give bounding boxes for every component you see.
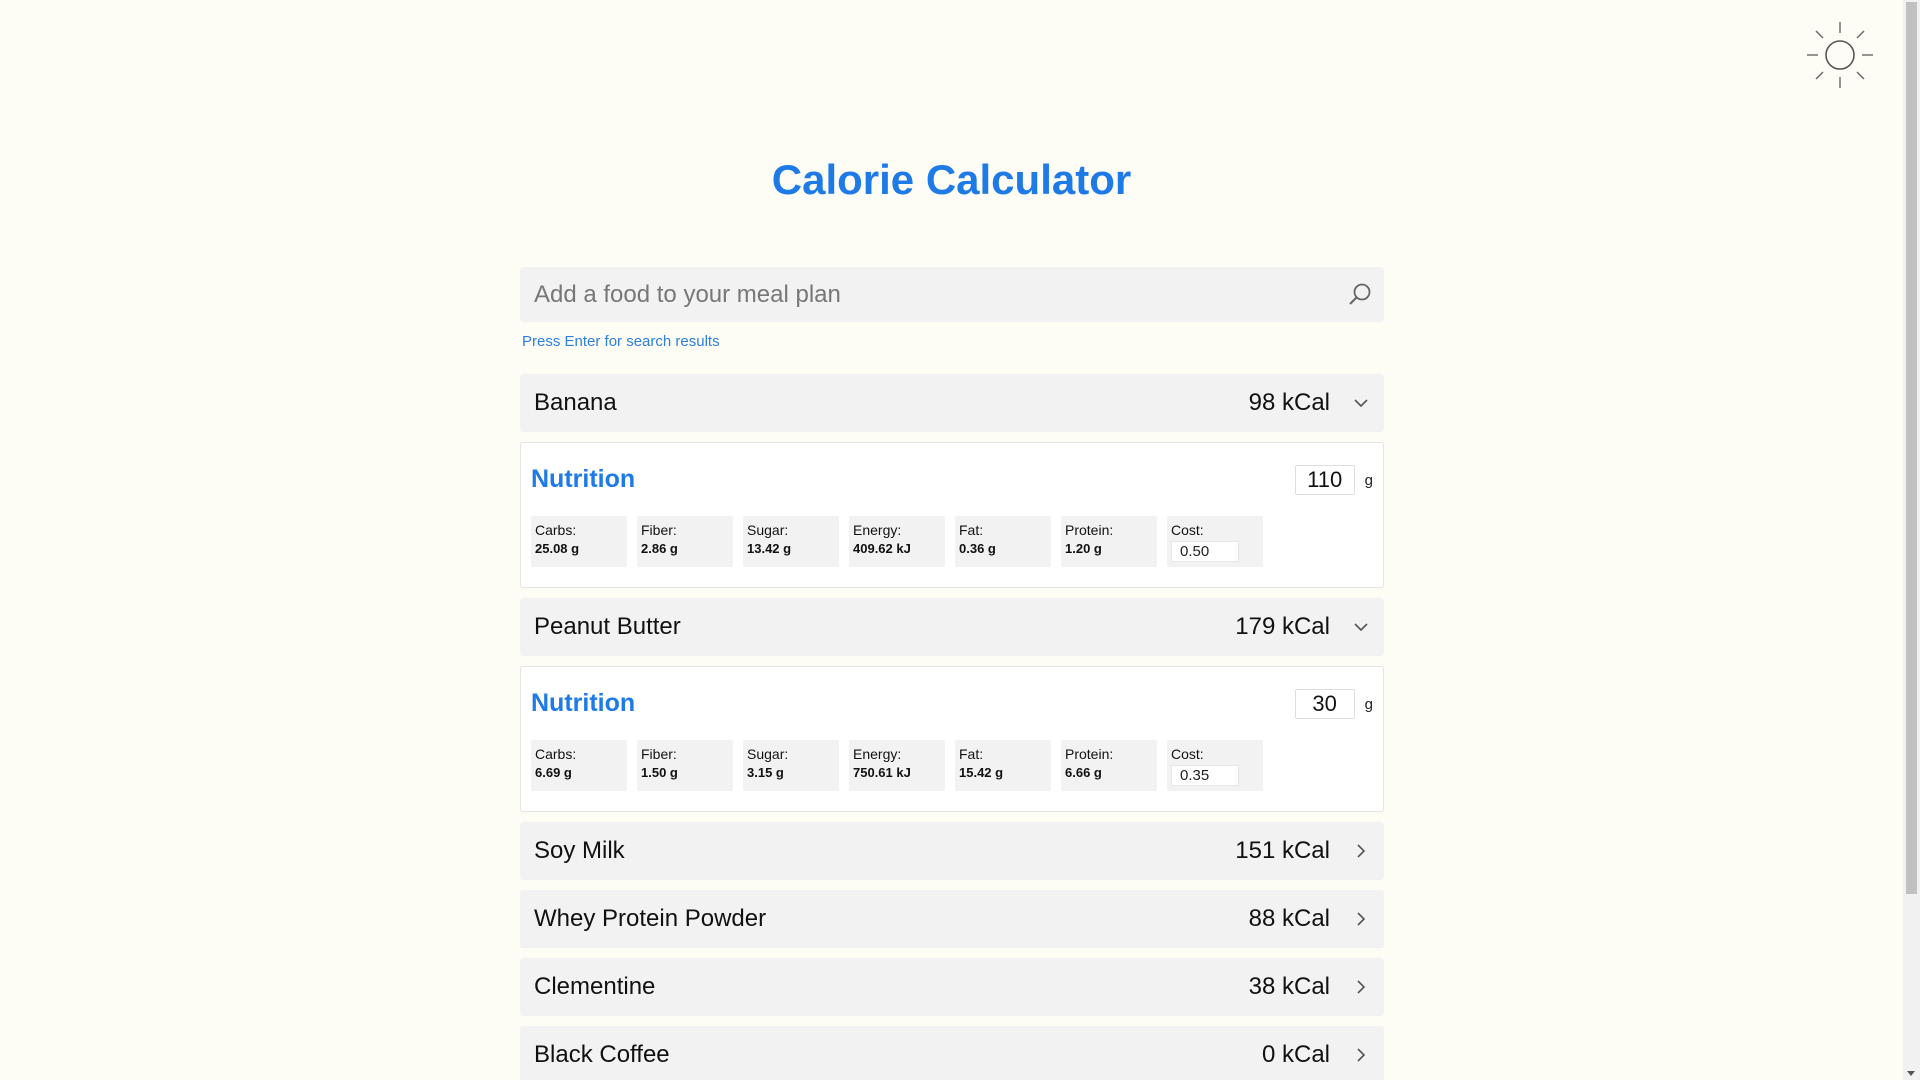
stat-label: Energy: — [853, 522, 902, 538]
food-name: Clementine — [534, 973, 656, 1000]
stat-label: Sugar: — [747, 746, 789, 762]
food-name: Soy Milk — [534, 837, 625, 864]
grams-input[interactable] — [1294, 465, 1355, 495]
cost-input[interactable] — [1171, 765, 1239, 786]
stat-label: Energy: — [853, 746, 902, 762]
stat-carbs: Carbs: 6.69 g — [531, 740, 627, 791]
food-name: Whey Protein Powder — [534, 905, 767, 932]
chevron-down-icon[interactable] — [1352, 394, 1370, 412]
stat-energy: Energy: 750.61 kJ — [849, 740, 945, 791]
food-row-clementine[interactable]: Clementine 38 kCal — [520, 958, 1384, 1016]
stat-value: 2.86 g — [641, 541, 678, 556]
food-kcal: 151 kCal — [1235, 837, 1330, 864]
stat-label: Carbs: — [535, 746, 577, 762]
search-hint: Press Enter for search results — [522, 333, 720, 350]
stat-label: Fat: — [959, 522, 984, 538]
stat-value: 6.69 g — [535, 765, 572, 780]
food-kcal: 38 kCal — [1248, 973, 1330, 1000]
food-list: Banana 98 kCal Nutrition g Carbs: 25.08 g… — [520, 374, 1384, 1080]
stat-energy: Energy: 409.62 kJ — [849, 516, 945, 567]
stat-protein: Protein: 1.20 g — [1061, 516, 1157, 567]
cost-input[interactable] — [1171, 541, 1239, 562]
quantity-group: g — [1294, 465, 1373, 495]
stat-value: 0.36 g — [959, 541, 996, 556]
nutrition-panel-peanut-butter: Nutrition g Carbs: 6.69 g Fiber: 1.50 g Su… — [520, 666, 1384, 812]
stat-value: 750.61 kJ — [853, 765, 911, 780]
stat-carbs: Carbs: 25.08 g — [531, 516, 627, 567]
stat-label: Fiber: — [641, 746, 677, 762]
chevron-down-icon[interactable] — [1352, 618, 1370, 636]
stat-value: 3.15 g — [747, 765, 784, 780]
stat-sugar: Sugar: 3.15 g — [743, 740, 839, 791]
vertical-scrollbar[interactable] — [1903, 0, 1920, 1080]
food-row-peanut-butter[interactable]: Peanut Butter 179 kCal — [520, 598, 1384, 656]
stat-label: Protein: — [1065, 522, 1114, 538]
stat-label: Protein: — [1065, 746, 1114, 762]
stat-value: 409.62 kJ — [853, 541, 911, 556]
food-kcal: 88 kCal — [1248, 905, 1330, 932]
scrollbar-thumb[interactable] — [1906, 2, 1917, 894]
stat-label: Sugar: — [747, 522, 789, 538]
food-row-whey-protein-powder[interactable]: Whey Protein Powder 88 kCal — [520, 890, 1384, 948]
stat-cost: Cost: — [1167, 740, 1263, 791]
stat-sugar: Sugar: 13.42 g — [743, 516, 839, 567]
grams-input[interactable] — [1294, 689, 1355, 719]
stat-fat: Fat: 0.36 g — [955, 516, 1051, 567]
nutrient-stats: Carbs: 25.08 g Fiber: 2.86 g Sugar: 13.42 g… — [531, 516, 1273, 567]
nutrition-panel-banana: Nutrition g Carbs: 25.08 g Fiber: 2.86 g S… — [520, 442, 1384, 588]
scroll-down-icon[interactable] — [1907, 1071, 1915, 1076]
nutrient-stats: Carbs: 6.69 g Fiber: 1.50 g Sugar: 3.15 g E… — [531, 740, 1273, 791]
stat-protein: Protein: 6.66 g — [1061, 740, 1157, 791]
stat-label: Carbs: — [535, 522, 577, 538]
page: Calorie Calculator Press Enter for searc… — [0, 0, 1920, 1080]
grams-unit: g — [1364, 471, 1373, 489]
stat-value: 1.50 g — [641, 765, 678, 780]
food-name: Black Coffee — [534, 1041, 670, 1068]
search-box — [520, 267, 1384, 322]
page-title: Calorie Calculator — [771, 156, 1132, 203]
search-input[interactable] — [520, 267, 1384, 322]
nutrition-title: Nutrition — [531, 689, 636, 717]
food-row-banana[interactable]: Banana 98 kCal — [520, 374, 1384, 432]
search-icon[interactable] — [1346, 281, 1374, 309]
chevron-right-icon[interactable] — [1352, 1046, 1370, 1064]
food-kcal: 179 kCal — [1235, 613, 1330, 640]
stat-value: 1.20 g — [1065, 541, 1102, 556]
stat-label: Cost: — [1171, 522, 1204, 538]
stat-value: 6.66 g — [1065, 765, 1102, 780]
stat-fiber: Fiber: 2.86 g — [637, 516, 733, 567]
chevron-right-icon[interactable] — [1352, 842, 1370, 860]
stat-label: Fiber: — [641, 522, 677, 538]
food-kcal: 0 kCal — [1261, 1041, 1330, 1068]
stat-value: 13.42 g — [747, 541, 792, 556]
grams-unit: g — [1364, 695, 1373, 713]
stat-label: Cost: — [1171, 746, 1204, 762]
stat-value: 25.08 g — [535, 541, 580, 556]
food-kcal: 98 kCal — [1248, 389, 1330, 416]
chevron-right-icon[interactable] — [1352, 978, 1370, 996]
stat-fat: Fat: 15.42 g — [955, 740, 1051, 791]
quantity-group: g — [1294, 689, 1373, 719]
sun-icon[interactable] — [1805, 20, 1875, 90]
food-name: Peanut Butter — [534, 613, 681, 640]
stat-label: Fat: — [959, 746, 984, 762]
stat-fiber: Fiber: 1.50 g — [637, 740, 733, 791]
chevron-right-icon[interactable] — [1352, 910, 1370, 928]
food-row-soy-milk[interactable]: Soy Milk 151 kCal — [520, 822, 1384, 880]
food-row-black-coffee[interactable]: Black Coffee 0 kCal — [520, 1026, 1384, 1080]
food-name: Banana — [534, 389, 617, 416]
stat-value: 15.42 g — [959, 765, 1004, 780]
stat-cost: Cost: — [1167, 516, 1263, 567]
nutrition-title: Nutrition — [531, 465, 636, 493]
